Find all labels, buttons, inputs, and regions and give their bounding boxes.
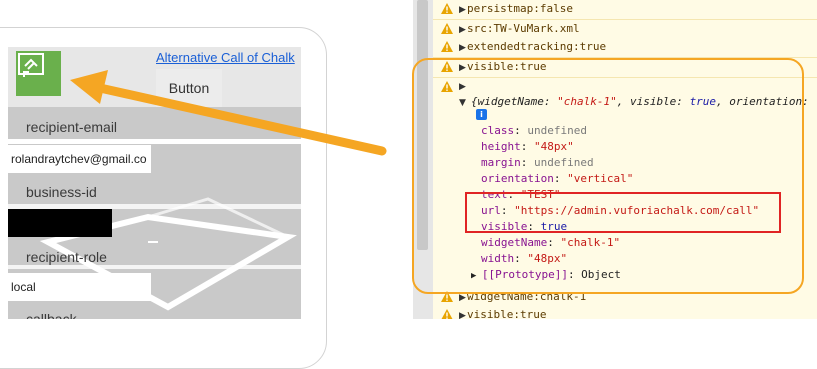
chalk-logo-icon[interactable] xyxy=(16,51,61,96)
business-id-input[interactable] xyxy=(8,209,112,237)
warning-icon xyxy=(441,309,453,319)
recipient-role-label: recipient-role xyxy=(26,249,107,265)
console-row[interactable]: ▶ extendedtracking:true xyxy=(433,38,817,58)
alternative-chalk-link[interactable]: Alternative Call of Chalk xyxy=(156,50,295,65)
expand-triangle-icon[interactable]: ▶ xyxy=(459,5,466,15)
console-row[interactable]: ▶ persistmap:false xyxy=(433,0,817,20)
recipient-email-input[interactable]: rolandraytchev@gmail.co xyxy=(8,145,151,173)
recipient-email-label: recipient-email xyxy=(26,119,118,135)
console-message: extendedtracking:true xyxy=(467,40,607,53)
recipient-role-input[interactable]: local xyxy=(8,273,151,301)
annotation-red-highlight xyxy=(465,192,781,233)
console-row[interactable]: ▶ src:TW-VuMark.xml xyxy=(433,20,817,40)
warning-icon xyxy=(441,41,453,52)
business-id-label: business-id xyxy=(26,184,97,200)
warning-icon xyxy=(441,23,453,34)
expand-triangle-icon[interactable]: ▶ xyxy=(459,25,466,35)
annotation-orange-outline xyxy=(412,58,804,294)
console-message: persistmap:false xyxy=(467,2,573,15)
console-message: src:TW-VuMark.xml xyxy=(467,22,580,35)
app-preview-pane: Alternative Call of Chalk Button recipie… xyxy=(0,0,413,369)
expand-triangle-icon[interactable]: ▶ xyxy=(459,43,466,53)
callback-label: callback xyxy=(26,311,77,319)
console-message: visible:true xyxy=(467,308,547,319)
expand-triangle-icon[interactable]: ▶ xyxy=(459,311,466,319)
warning-icon xyxy=(441,3,453,14)
expand-triangle-icon[interactable]: ▶ xyxy=(459,293,466,303)
action-button[interactable]: Button xyxy=(156,69,222,107)
console-row[interactable]: ▶ visible:true xyxy=(433,306,817,319)
ar-scene: Alternative Call of Chalk Button recipie… xyxy=(8,47,301,319)
